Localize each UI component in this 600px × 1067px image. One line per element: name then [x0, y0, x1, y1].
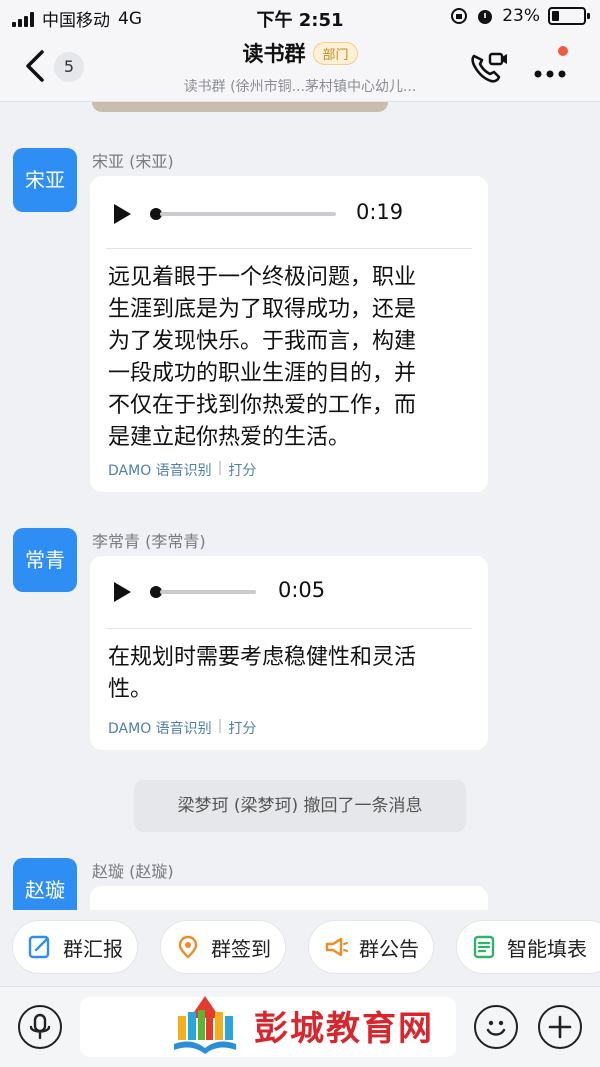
- speech-recognition-link[interactable]: DAMO 语音识别: [108, 718, 212, 738]
- group-checkin-button[interactable]: 群签到: [160, 920, 286, 974]
- tool-label: 群签到: [211, 936, 271, 961]
- add-button[interactable]: [538, 1005, 582, 1049]
- microphone-icon: [29, 1013, 51, 1040]
- emoji-icon: [486, 1020, 506, 1036]
- divider: [106, 248, 472, 249]
- separator: |: [217, 718, 223, 734]
- rotation-lock-icon: [451, 8, 468, 24]
- status-right: 23%: [450, 6, 590, 26]
- rate-link[interactable]: 打分: [228, 718, 256, 738]
- progress-track[interactable]: [160, 212, 336, 216]
- emoji-button[interactable]: [474, 1005, 518, 1049]
- shortcut-toolbar: 群汇报 群签到 群公告 智能填表: [0, 910, 600, 986]
- avatar[interactable]: 宋亚: [13, 148, 77, 212]
- voice-duration: 0:19: [356, 200, 404, 224]
- play-icon[interactable]: [114, 582, 131, 602]
- group-report-button[interactable]: 群汇报: [12, 920, 138, 974]
- group-subtitle[interactable]: 读书群 (徐州市铜...茅村镇中心幼儿...: [0, 76, 600, 96]
- watermark-text: 彭城教育网: [254, 1008, 434, 1049]
- sender-name: 赵璇 (赵璇): [92, 862, 174, 881]
- transcript-footer: DAMO 语音识别 | 打分: [108, 718, 256, 738]
- transcript-line: 不仅在于找到你热爱的工作，而: [108, 393, 417, 418]
- sender-name: 李常青 (李常青): [92, 532, 206, 551]
- transcript-line: 性。: [108, 677, 153, 702]
- voice-message-bubble[interactable]: [90, 886, 488, 910]
- alarm-icon: [478, 10, 493, 24]
- report-icon: [28, 935, 50, 959]
- avatar[interactable]: 赵璇: [13, 858, 77, 910]
- transcript-line: 是建立起你热爱的生活。: [108, 425, 351, 450]
- speech-recognition-link[interactable]: DAMO 语音识别: [108, 460, 212, 480]
- separator: |: [217, 460, 223, 476]
- transcript-text: 远见着眼于一个终极问题，职业 生涯到底是为了取得成功，还是 为了发现快乐。于我而…: [108, 262, 478, 454]
- previous-image-message[interactable]: [92, 102, 388, 112]
- transcript-text: 在规划时需要考虑稳健性和灵活 性。: [108, 642, 478, 706]
- play-icon[interactable]: [114, 204, 131, 224]
- tool-label: 群公告: [359, 936, 419, 961]
- recall-notice: 梁梦珂 (梁梦珂) 撤回了一条消息: [134, 780, 466, 832]
- battery-level: [552, 11, 559, 21]
- book-logo-icon: [174, 996, 236, 1054]
- location-icon: [178, 935, 198, 959]
- voice-message-bubble[interactable]: 0:19 远见着眼于一个终极问题，职业 生涯到底是为了取得成功，还是 为了发现快…: [90, 176, 488, 492]
- megaphone-icon: [325, 937, 348, 957]
- video-call-icon[interactable]: [468, 50, 508, 86]
- tool-label: 群汇报: [63, 936, 123, 961]
- transcript-line: 在规划时需要考虑稳健性和灵活: [108, 645, 417, 670]
- form-icon: [473, 935, 495, 959]
- voice-input-button[interactable]: [18, 1005, 62, 1049]
- divider: [106, 628, 472, 629]
- transcript-line: 为了发现快乐。于我而言，构建: [108, 329, 417, 354]
- chat-header: 5 读书群 部门 读书群 (徐州市铜...茅村镇中心幼儿...: [0, 34, 600, 102]
- avatar[interactable]: 常青: [13, 528, 77, 592]
- sender-name: 宋亚 (宋亚): [92, 152, 174, 171]
- message-list[interactable]: 宋亚 宋亚 (宋亚) 0:19 远见着眼于一个终极问题，职业 生涯到底是为了取得…: [0, 102, 600, 910]
- tool-label: 智能填表: [507, 936, 587, 961]
- transcript-line: 一段成功的职业生涯的目的，并: [108, 361, 417, 386]
- more-icon[interactable]: [528, 52, 574, 88]
- group-announcement-button[interactable]: 群公告: [308, 920, 434, 974]
- transcript-footer: DAMO 语音识别 | 打分: [108, 460, 256, 480]
- transcript-line: 生涯到底是为了取得成功，还是: [108, 297, 417, 322]
- plus-icon: [548, 1015, 572, 1039]
- department-tag: 部门: [313, 41, 358, 65]
- group-title[interactable]: 读书群: [242, 38, 305, 68]
- watermark: 彭城教育网: [170, 994, 434, 1056]
- battery-icon: [548, 7, 590, 25]
- transcript-line: 远见着眼于一个终极问题，职业: [108, 265, 417, 290]
- smart-form-button[interactable]: 智能填表: [456, 920, 600, 974]
- battery-percent: 23%: [502, 6, 540, 26]
- notification-dot: [558, 46, 568, 56]
- rate-link[interactable]: 打分: [228, 460, 256, 480]
- title-row: 读书群 部门: [0, 38, 600, 68]
- progress-track[interactable]: [160, 590, 256, 594]
- voice-duration: 0:05: [278, 578, 326, 602]
- voice-message-bubble[interactable]: 0:05 在规划时需要考虑稳健性和灵活 性。 DAMO 语音识别 | 打分: [90, 556, 488, 750]
- status-bar: 中国移动 4G 下午 2:51 23%: [0, 0, 600, 34]
